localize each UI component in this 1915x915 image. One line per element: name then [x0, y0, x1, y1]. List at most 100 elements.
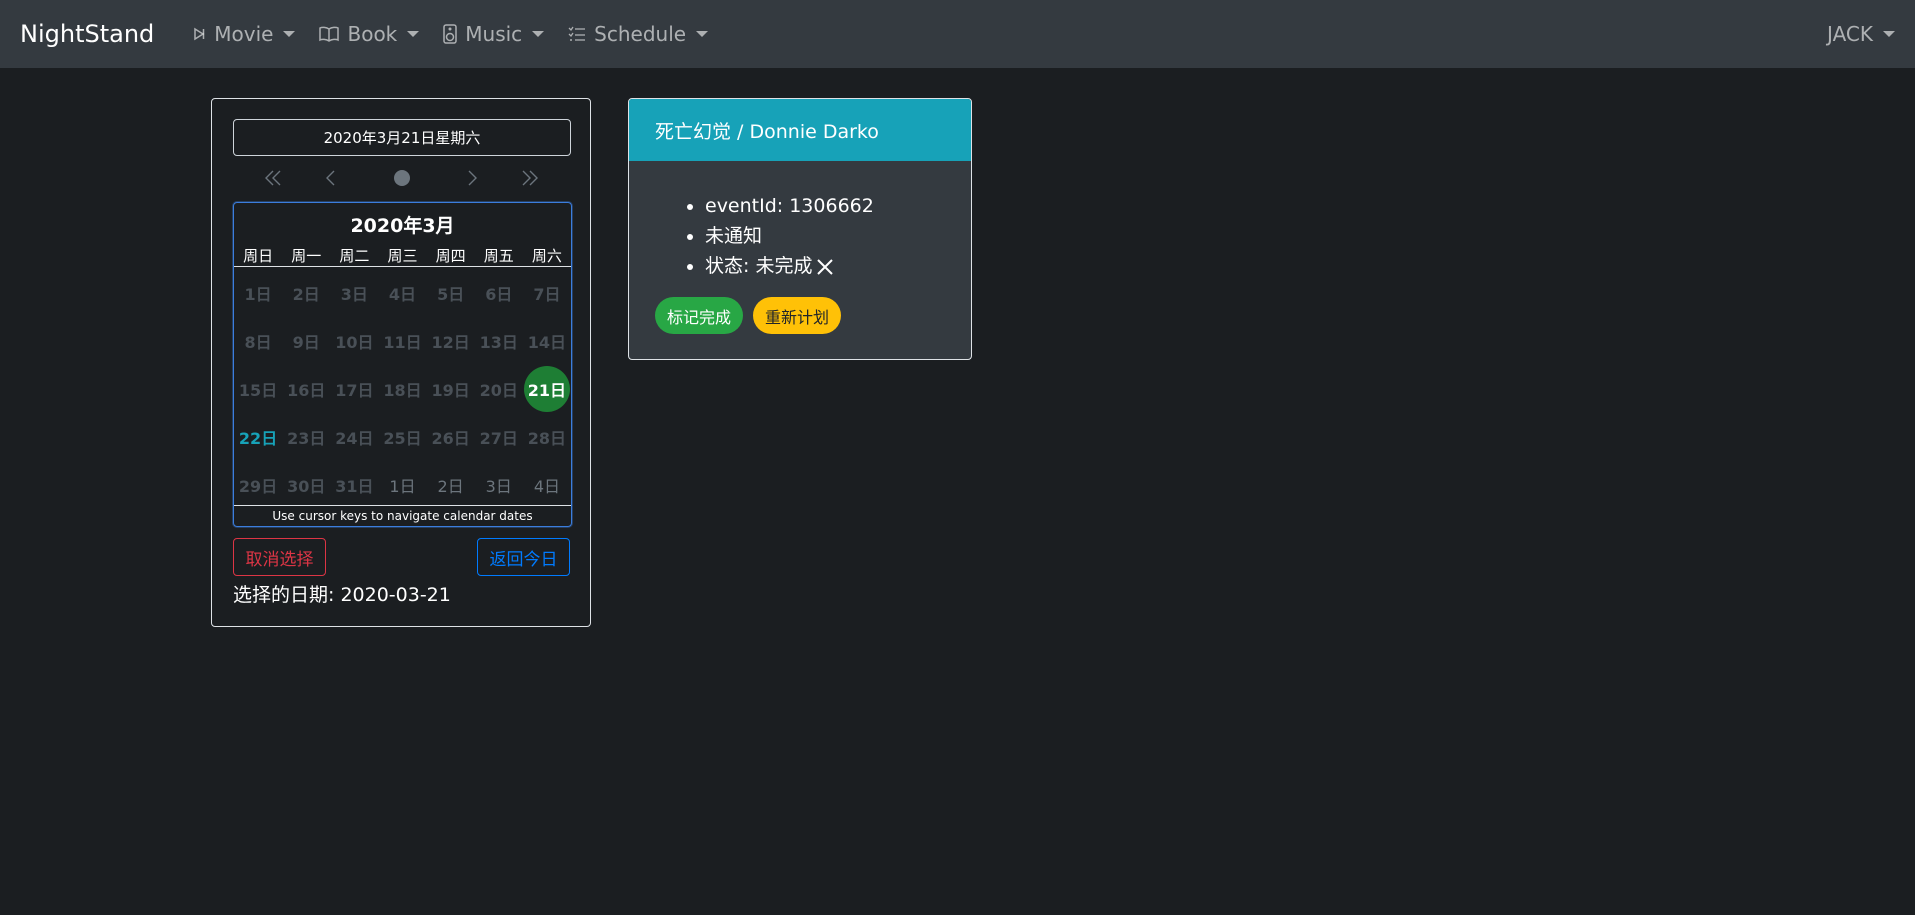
back-to-today-button[interactable]: 返回今日 — [477, 538, 570, 576]
calendar-day[interactable]: 12日 — [427, 318, 475, 364]
chevron-right-icon — [468, 170, 477, 186]
weekday-label: 周三 — [387, 247, 418, 265]
calendar-day-selected[interactable]: 21日 — [523, 366, 571, 412]
event-body: eventId: 1306662 未通知 状态: 未完成 标记完成 重新计划 — [629, 191, 971, 334]
nav-items: Movie Book Music Schedule — [192, 22, 732, 46]
calendar-week: 22日 23日 24日 25日 26日 27日 28日 — [234, 413, 571, 461]
speaker-icon — [443, 24, 458, 44]
prev-month-button[interactable] — [311, 165, 351, 191]
event-actions: 标记完成 重新计划 — [655, 297, 851, 334]
calendar-day[interactable]: 3日 — [330, 270, 378, 316]
calendar-day[interactable]: 31日 — [330, 462, 378, 508]
weekday-label: 周二 — [339, 247, 370, 265]
weekday-label: 周一 — [291, 247, 322, 265]
selected-day-label: 21日 — [523, 366, 570, 412]
calendar-day[interactable]: 28日 — [523, 414, 571, 460]
nav-item-book[interactable]: Book — [319, 22, 420, 46]
list-icon — [568, 26, 586, 42]
calendar-day[interactable]: 25日 — [378, 414, 426, 460]
selected-date-text: 选择的日期: 2020-03-21 — [233, 584, 451, 606]
brand-logo[interactable]: NightStand — [20, 20, 154, 48]
calendar-day[interactable]: 9日 — [282, 318, 330, 364]
chevron-down-icon — [1883, 31, 1895, 37]
chevron-down-icon — [407, 31, 420, 37]
event-details: eventId: 1306662 未通知 状态: 未完成 — [705, 191, 971, 281]
calendar-week: 8日 9日 10日 11日 12日 13日 14日 — [234, 317, 571, 365]
calendar-day[interactable]: 14日 — [523, 318, 571, 364]
calendar-days: 1日 2日 3日 4日 5日 6日 7日 8日 9日 10日 11日 12日 1… — [234, 269, 571, 509]
mark-complete-button[interactable]: 标记完成 — [655, 297, 744, 334]
calendar-day[interactable]: 23日 — [282, 414, 330, 460]
weekday-header: 周日 周一 周二 周三 周四 周五 周六 — [234, 245, 571, 267]
nav-item-movie[interactable]: Movie — [192, 22, 296, 46]
circle-icon — [394, 170, 410, 186]
calendar-day[interactable]: 30日 — [282, 462, 330, 508]
chevron-left-icon — [326, 170, 335, 186]
calendar-week: 29日 30日 31日 1日 2日 3日 4日 — [234, 461, 571, 509]
chevron-down-icon — [532, 31, 545, 37]
calendar-day[interactable]: 1日 — [234, 270, 282, 316]
nav-item-label: Book — [347, 22, 398, 46]
calendar-day[interactable]: 13日 — [475, 318, 523, 364]
calendar-day[interactable]: 5日 — [427, 270, 475, 316]
calendar-day[interactable]: 15日 — [234, 366, 282, 412]
calendar-day[interactable]: 4日 — [378, 270, 426, 316]
calendar-day[interactable]: 10日 — [330, 318, 378, 364]
navbar: NightStand Movie Book Music Schedule JAC… — [0, 0, 1915, 68]
x-icon — [816, 258, 834, 276]
selected-date-output[interactable]: 2020年3月21日星期六 — [233, 119, 571, 156]
user-menu[interactable]: JACK — [1827, 0, 1895, 68]
event-card: 死亡幻觉 / Donnie Darko eventId: 1306662 未通知… — [628, 98, 972, 360]
calendar-day[interactable]: 11日 — [378, 318, 426, 364]
nav-item-label: Schedule — [594, 22, 687, 46]
weekday-label: 周四 — [435, 247, 466, 265]
completion-status-label: 状态: 未完成 — [705, 255, 813, 277]
calendar-day[interactable]: 17日 — [330, 366, 378, 412]
next-year-button[interactable] — [510, 165, 550, 191]
event-id: eventId: 1306662 — [705, 191, 971, 221]
current-month-button[interactable] — [382, 165, 422, 191]
user-name: JACK — [1827, 22, 1873, 46]
calendar-day[interactable]: 8日 — [234, 318, 282, 364]
calendar-day[interactable]: 26日 — [427, 414, 475, 460]
calendar-day[interactable]: 6日 — [475, 270, 523, 316]
play-icon — [192, 27, 206, 41]
event-title: 死亡幻觉 / Donnie Darko — [629, 99, 971, 161]
reschedule-button[interactable]: 重新计划 — [753, 297, 842, 334]
calendar-day[interactable]: 7日 — [523, 270, 571, 316]
calendar-day[interactable]: 20日 — [475, 366, 523, 412]
calendar-day[interactable]: 19日 — [427, 366, 475, 412]
keyboard-hint: Use cursor keys to navigate calendar dat… — [234, 505, 571, 526]
calendar-day[interactable]: 27日 — [475, 414, 523, 460]
nav-item-music[interactable]: Music — [443, 22, 545, 46]
chevron-down-icon — [696, 31, 709, 37]
nav-item-label: Movie — [214, 22, 274, 46]
weekday-label: 周日 — [243, 247, 274, 265]
nav-item-schedule[interactable]: Schedule — [568, 22, 709, 46]
cancel-selection-button[interactable]: 取消选择 — [233, 538, 326, 576]
weekday-label: 周六 — [531, 247, 562, 265]
weekday-label: 周五 — [483, 247, 514, 265]
calendar-day[interactable]: 2日 — [282, 270, 330, 316]
prev-year-button[interactable] — [253, 165, 293, 191]
calendar-day-next-month[interactable]: 3日 — [475, 462, 523, 508]
calendar-card: 2020年3月21日星期六 2020年3月 周日 周一 周二 周三 周四 周五 … — [211, 98, 591, 627]
calendar-grid[interactable]: 2020年3月 周日 周一 周二 周三 周四 周五 周六 1日 2日 3日 4日… — [233, 202, 572, 527]
next-month-button[interactable] — [452, 165, 492, 191]
completion-status: 状态: 未完成 — [705, 251, 971, 281]
calendar-day[interactable]: 16日 — [282, 366, 330, 412]
calendar-day[interactable]: 18日 — [378, 366, 426, 412]
double-chevron-left-icon — [265, 170, 281, 186]
book-icon — [319, 26, 340, 42]
calendar-day-next-month[interactable]: 2日 — [427, 462, 475, 508]
double-chevron-right-icon — [522, 170, 538, 186]
calendar-day-next-month[interactable]: 1日 — [378, 462, 426, 508]
calendar-day[interactable]: 24日 — [330, 414, 378, 460]
calendar-day-next-month[interactable]: 4日 — [523, 462, 571, 508]
notify-status: 未通知 — [705, 221, 971, 251]
calendar-week: 1日 2日 3日 4日 5日 6日 7日 — [234, 269, 571, 317]
chevron-down-icon — [283, 31, 296, 37]
month-title: 2020年3月 — [350, 215, 455, 237]
calendar-day-today[interactable]: 22日 — [234, 414, 282, 460]
calendar-day[interactable]: 29日 — [234, 462, 282, 508]
